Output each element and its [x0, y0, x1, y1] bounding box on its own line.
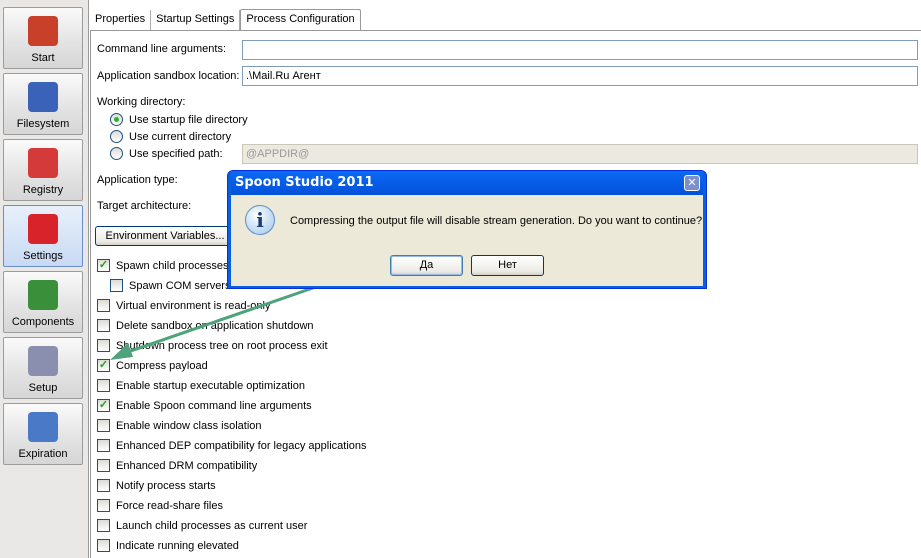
checkbox-label: Enhanced DRM compatibility	[116, 459, 258, 472]
dialog-close-button[interactable]: ✕	[684, 175, 700, 191]
checkbox-icon	[97, 539, 110, 552]
alarm-clock-icon	[28, 412, 58, 442]
checkbox-spawn-com-servers[interactable]: Spawn COM servers	[110, 279, 230, 292]
checkbox-icon	[97, 459, 110, 472]
radio-current-dir[interactable]: Use current directory	[110, 130, 231, 143]
checkbox-icon	[97, 519, 110, 532]
checkbox-enhanced-drm-compatibility[interactable]: Enhanced DRM compatibility	[97, 459, 257, 472]
sidebar-item-filesystem[interactable]: Filesystem	[3, 73, 83, 135]
checkbox-label: Compress payload	[116, 359, 208, 372]
checkbox-enable-startup-executable-optimization[interactable]: Enable startup executable optimization	[97, 379, 305, 392]
checkbox-icon	[110, 279, 123, 292]
no-button[interactable]: Нет	[471, 255, 544, 276]
working-directory-label: Working directory:	[97, 96, 186, 108]
checkbox-label: Launch child processes as current user	[116, 519, 308, 532]
radio-specified-path[interactable]: Use specified path:	[110, 147, 223, 160]
radio-icon	[110, 147, 123, 160]
checkmark-icon: ✓	[97, 399, 110, 412]
sidebar-item-components[interactable]: Components	[3, 271, 83, 333]
cmd-args-label: Command line arguments:	[97, 43, 227, 55]
sidebar-item-label: Filesystem	[16, 118, 70, 130]
sandbox-location-label: Application sandbox location:	[97, 70, 240, 82]
checkbox-icon	[97, 419, 110, 432]
checkbox-launch-child-processes-as-current-user[interactable]: Launch child processes as current user	[97, 519, 307, 532]
checkbox-label: Virtual environment is read-only	[116, 299, 271, 312]
specified-path-input[interactable]: @APPDIR@	[242, 144, 918, 164]
checkbox-label: Notify process starts	[116, 479, 216, 492]
checkbox-label: Delete sandbox on application shutdown	[116, 319, 314, 332]
checkbox-label: Force read-share files	[116, 499, 223, 512]
checkbox-label: Spawn child processes	[116, 259, 229, 272]
checkbox-shutdown-process-tree-on-root-process-exit[interactable]: Shutdown process tree on root process ex…	[97, 339, 328, 352]
sidebar-item-registry[interactable]: Registry	[3, 139, 83, 201]
checkbox-compress-payload[interactable]: ✓ Compress payload	[97, 359, 208, 372]
sidebar: Start Filesystem Registry Settings Component…	[0, 0, 89, 558]
checkbox-virtual-environment-is-read-only[interactable]: Virtual environment is read-only	[97, 299, 270, 312]
tab-properties[interactable]: Properties	[90, 10, 152, 30]
checkbox-spawn-child-processes[interactable]: ✓ Spawn child processes	[97, 259, 229, 272]
radio-label: Use current directory	[129, 130, 232, 143]
sidebar-item-label: Start	[31, 52, 55, 64]
application-type-label: Application type:	[97, 174, 178, 186]
yes-button[interactable]: Да	[390, 255, 463, 276]
checkbox-enable-window-class-isolation[interactable]: Enable window class isolation	[97, 419, 262, 432]
tab-process-configuration[interactable]: Process Configuration	[240, 9, 361, 30]
tab-bar: Properties Startup Settings Process Conf…	[90, 9, 361, 30]
target-architecture-label: Target architecture:	[97, 200, 192, 212]
sidebar-item-label: Expiration	[18, 448, 68, 460]
registry-blocks-icon	[28, 148, 58, 178]
cmd-args-input[interactable]	[242, 40, 918, 60]
checkbox-force-read-share-files[interactable]: Force read-share files	[97, 499, 223, 512]
radio-label: Use specified path:	[129, 147, 223, 160]
dialog-message: Compressing the output file will disable…	[290, 215, 703, 227]
toolbox-icon	[28, 214, 58, 244]
checkbox-icon	[97, 499, 110, 512]
checkbox-icon	[97, 319, 110, 332]
setup-box-icon	[28, 346, 58, 376]
checkbox-enhanced-dep-compatibility-for-legacy-applications[interactable]: Enhanced DEP compatibility for legacy ap…	[97, 439, 367, 452]
checkbox-icon	[97, 479, 110, 492]
checkbox-label: Indicate running elevated	[116, 539, 239, 552]
radio-startup-dir[interactable]: Use startup file directory	[110, 113, 248, 126]
sidebar-item-label: Setup	[28, 382, 58, 394]
sidebar-item-label: Registry	[22, 184, 64, 196]
tab-startup-settings[interactable]: Startup Settings	[151, 10, 241, 30]
drive-icon	[28, 82, 58, 112]
shapes-icon	[28, 280, 58, 310]
sidebar-item-label: Components	[11, 316, 75, 328]
message-dialog: Spoon Studio 2011 ✕ i Compressing the ou…	[227, 170, 707, 289]
sidebar-item-label: Settings	[23, 250, 63, 262]
checkbox-label: Enable window class isolation	[116, 419, 262, 432]
radio-label: Use startup file directory	[129, 113, 248, 126]
sidebar-item-start[interactable]: Start	[3, 7, 83, 69]
checkbox-enable-spoon-command-line-arguments[interactable]: ✓ Enable Spoon command line arguments	[97, 399, 312, 412]
checkbox-label: Enhanced DEP compatibility for legacy ap…	[116, 439, 367, 452]
checkbox-label: Enable Spoon command line arguments	[116, 399, 312, 412]
sidebar-item-setup[interactable]: Setup	[3, 337, 83, 399]
checkbox-label: Shutdown process tree on root process ex…	[116, 339, 328, 352]
checkbox-icon	[97, 339, 110, 352]
checkbox-label: Spawn COM servers	[129, 279, 231, 292]
dialog-title: Spoon Studio 2011	[231, 171, 703, 195]
sidebar-item-expiration[interactable]: Expiration	[3, 403, 83, 465]
checkbox-icon	[97, 439, 110, 452]
checkmark-icon: ✓	[97, 259, 110, 272]
checkbox-label: Enable startup executable optimization	[116, 379, 305, 392]
dialog-body: i Compressing the output file will disab…	[231, 195, 703, 286]
checkbox-icon	[97, 379, 110, 392]
checkbox-delete-sandbox-on-application-shutdown[interactable]: Delete sandbox on application shutdown	[97, 319, 314, 332]
sidebar-item-settings[interactable]: Settings	[3, 205, 83, 267]
checkbox-icon	[97, 299, 110, 312]
info-icon: i	[245, 205, 275, 235]
checkbox-notify-process-starts[interactable]: Notify process starts	[97, 479, 216, 492]
environment-variables-button[interactable]: Environment Variables...	[95, 226, 235, 246]
house-icon	[28, 16, 58, 46]
checkbox-indicate-running-elevated[interactable]: Indicate running elevated	[97, 539, 239, 552]
radio-selected-icon	[110, 113, 123, 126]
checkmark-icon: ✓	[97, 359, 110, 372]
radio-icon	[110, 130, 123, 143]
sandbox-location-input[interactable]: .\Mail.Ru Агент	[242, 66, 918, 86]
